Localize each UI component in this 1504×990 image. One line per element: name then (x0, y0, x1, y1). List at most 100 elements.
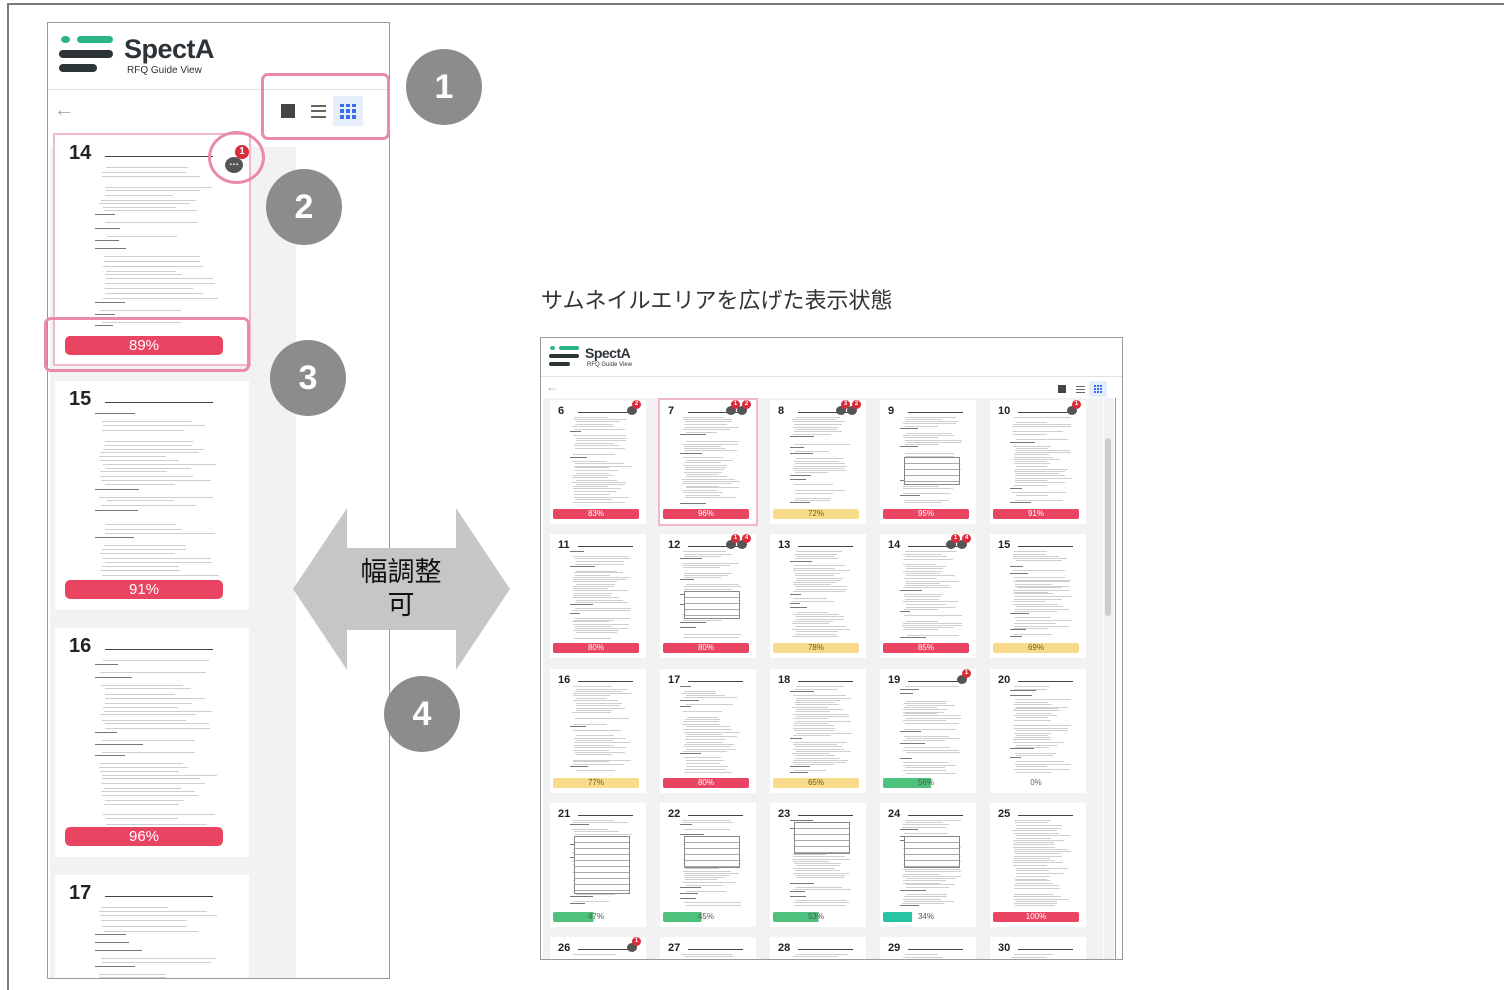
page-thumbnail[interactable]: 9 95% (880, 400, 976, 524)
header-rule (908, 681, 963, 682)
page-thumbnail[interactable]: 20 0% (990, 669, 1086, 793)
page-number: 26 (558, 942, 571, 954)
page-number: 17 (668, 674, 681, 686)
doc-text-line (101, 794, 198, 796)
doc-text-line (903, 709, 949, 711)
doc-text-line (792, 861, 830, 863)
doc-text-line (95, 731, 117, 733)
view-single-button[interactable] (1053, 381, 1071, 397)
doc-text-line (684, 690, 717, 692)
page-thumbnail[interactable]: 6 83% 2 (550, 400, 646, 524)
arrow-left-icon[interactable]: ← (546, 380, 558, 394)
page-thumbnail[interactable]: 27 (660, 937, 756, 960)
doc-text-line (103, 557, 211, 559)
doc-text-line (1012, 431, 1063, 433)
page-thumbnail[interactable]: 16 77% (550, 669, 646, 793)
doc-text-line (682, 959, 738, 960)
doc-text-line (573, 444, 620, 446)
page-thumbnail[interactable]: 17 80% (660, 669, 756, 793)
comment-icon[interactable]: 12 (726, 400, 754, 416)
page-thumbnail[interactable]: 29 (880, 937, 976, 959)
page-thumbnail[interactable]: 21 47% (550, 803, 646, 927)
doc-text-line (576, 688, 628, 690)
doc-text-line (793, 889, 851, 891)
doc-text-line (102, 566, 180, 568)
doc-text-line (570, 456, 588, 458)
review-progress-bar: 80% (663, 643, 749, 653)
comment-icon[interactable]: 32 (836, 400, 864, 416)
comment-icon[interactable]: 14 (946, 534, 974, 550)
page-thumbnail[interactable]: 11 80% (550, 534, 646, 658)
page-thumbnail[interactable]: 15 69% (990, 534, 1086, 658)
view-grid-button[interactable] (1089, 381, 1107, 397)
document-preview (95, 656, 219, 826)
header-rule (1018, 546, 1073, 547)
doc-text-line (902, 957, 943, 959)
doc-text-line (95, 755, 125, 757)
doc-text-line (101, 778, 200, 780)
comment-icon[interactable]: 14 (726, 534, 754, 550)
doc-text-line (790, 446, 804, 448)
doc-text-line (106, 524, 177, 526)
doc-text-line (682, 478, 736, 480)
doc-text-line (103, 660, 210, 661)
doc-text-line (572, 577, 629, 579)
document-preview (790, 684, 852, 774)
doc-text-line (575, 690, 623, 692)
page-thumbnail[interactable]: 19 56% 1 (880, 669, 976, 793)
page-thumbnail[interactable]: 14 85% 1 4 (880, 534, 976, 658)
doc-text-line (105, 532, 215, 534)
page-thumbnail[interactable]: 12 80% 1 4 (660, 534, 756, 658)
doc-text-line (682, 481, 740, 483)
doc-text-line (1014, 860, 1056, 862)
arrow-left-icon[interactable]: ← (54, 99, 74, 122)
doc-text-line (1013, 463, 1051, 465)
page-thumbnail[interactable]: 23 53% (770, 803, 866, 927)
doc-text-line (1016, 734, 1048, 736)
header-rule (105, 896, 213, 897)
page-thumbnail[interactable]: 13 78% (770, 534, 866, 658)
doc-text-line (795, 763, 835, 765)
page-thumbnail[interactable]: 18 65% (770, 669, 866, 793)
doc-text-line (1015, 712, 1053, 714)
doc-text-line (682, 751, 728, 752)
page-thumbnail[interactable]: 7 96% 1 2 (660, 400, 756, 524)
page-thumbnail[interactable]: 26 1 (550, 937, 646, 959)
doc-text-line (572, 621, 609, 623)
page-thumbnail[interactable]: 24 34% (880, 803, 976, 927)
page-thumbnail[interactable]: 17 (55, 875, 249, 978)
doc-text-line (1014, 752, 1056, 754)
doc-text-line (1014, 880, 1050, 882)
doc-text-line (683, 828, 730, 830)
page-thumbnail[interactable]: 16 96% (55, 628, 249, 857)
doc-text-line (793, 727, 836, 729)
page-thumbnail[interactable]: 30 (990, 937, 1086, 959)
page-thumbnail[interactable]: 15 91% (55, 381, 249, 610)
page-thumbnail[interactable]: 28 (770, 937, 866, 959)
doc-text-line (1015, 461, 1047, 463)
scrollbar-thumb[interactable] (1105, 438, 1111, 616)
doc-text-line (904, 707, 938, 709)
doc-text-line (575, 707, 626, 709)
comment-icon[interactable]: 1 (1067, 400, 1084, 416)
comment-icon[interactable]: 1 (627, 937, 644, 953)
doc-text-line (795, 686, 845, 688)
doc-text-line (903, 553, 942, 555)
doc-text-line (1015, 466, 1048, 468)
doc-text-line (575, 833, 632, 835)
doc-text-line (684, 697, 737, 699)
doc-text-line (103, 206, 177, 208)
page-thumbnail[interactable]: 25 100% (990, 803, 1086, 927)
page-thumbnail[interactable]: 8 72% 3 2 (770, 400, 866, 524)
page-thumbnail[interactable]: 10 91% 1 (990, 400, 1086, 524)
page-thumbnail[interactable]: 22 45% (660, 803, 756, 927)
comment-icon[interactable]: 2 (627, 400, 644, 416)
doc-text-line (572, 555, 628, 557)
doc-text-line (1016, 439, 1068, 441)
comment-icon[interactable]: 1 (957, 669, 974, 685)
doc-text-line (684, 426, 740, 428)
doc-text-line (105, 703, 193, 705)
doc-text-line (682, 551, 726, 553)
document-preview (900, 952, 962, 959)
view-list-button[interactable] (1071, 381, 1089, 397)
